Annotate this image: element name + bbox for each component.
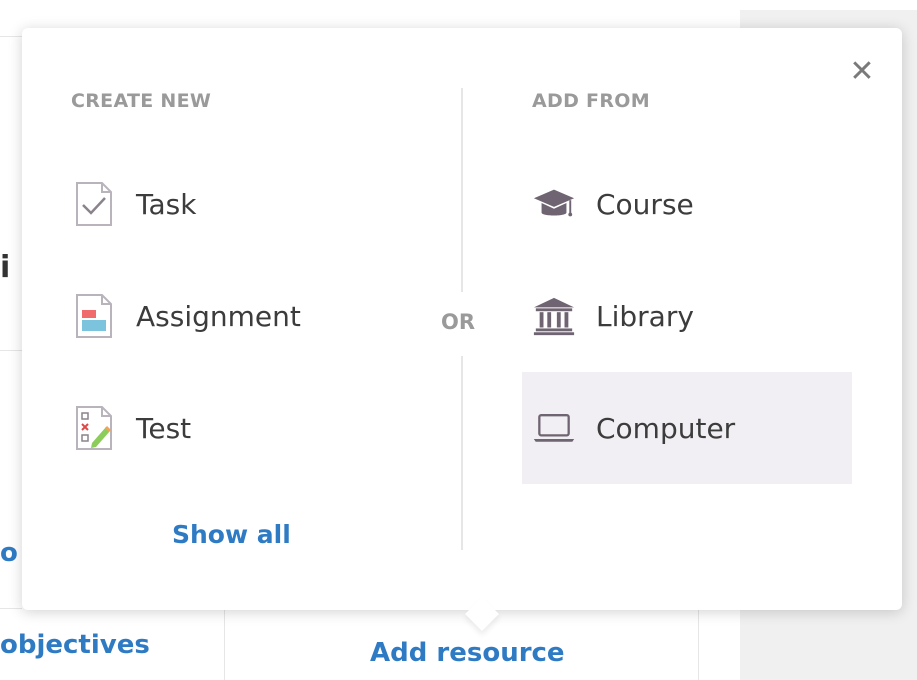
add-resource-popup: ✕ CREATE NEW ADD FROM OR Task Assignment	[22, 28, 902, 631]
add-from-heading: ADD FROM	[532, 90, 650, 112]
laptop-icon	[532, 406, 576, 450]
test-checklist-icon	[72, 406, 116, 450]
popup-pointer	[465, 597, 499, 631]
course-label: Course	[596, 187, 694, 221]
divider	[0, 350, 22, 351]
column-divider	[461, 88, 463, 292]
divider	[0, 36, 22, 37]
create-task-option[interactable]: Task	[72, 148, 432, 260]
divider	[0, 608, 22, 609]
task-checkbox-icon	[72, 182, 116, 226]
add-from-computer-option[interactable]: Computer	[522, 372, 852, 484]
task-label: Task	[136, 187, 197, 221]
library-label: Library	[596, 299, 694, 333]
close-icon: ✕	[849, 54, 875, 89]
create-test-option[interactable]: Test	[72, 372, 432, 484]
add-resource-link[interactable]: Add resource	[370, 638, 565, 668]
or-separator: OR	[441, 310, 476, 334]
divider	[224, 610, 225, 680]
create-new-heading: CREATE NEW	[71, 90, 212, 112]
test-label: Test	[136, 411, 192, 445]
assignment-doc-icon	[72, 294, 116, 338]
close-button[interactable]: ✕	[848, 57, 876, 87]
assignment-label: Assignment	[136, 299, 301, 333]
add-from-course-option[interactable]: Course	[522, 148, 852, 260]
graduation-cap-icon	[532, 182, 576, 226]
computer-label: Computer	[596, 411, 736, 445]
objectives-link[interactable]: objectives	[0, 630, 150, 660]
add-from-library-option[interactable]: Library	[522, 260, 852, 372]
library-building-icon	[532, 294, 576, 338]
create-assignment-option[interactable]: Assignment	[72, 260, 432, 372]
background-link-fragment[interactable]: o	[0, 538, 18, 568]
divider	[698, 610, 699, 680]
background-text-fragment: i	[0, 250, 11, 285]
show-all-link[interactable]: Show all	[172, 520, 291, 549]
column-divider	[461, 356, 463, 550]
